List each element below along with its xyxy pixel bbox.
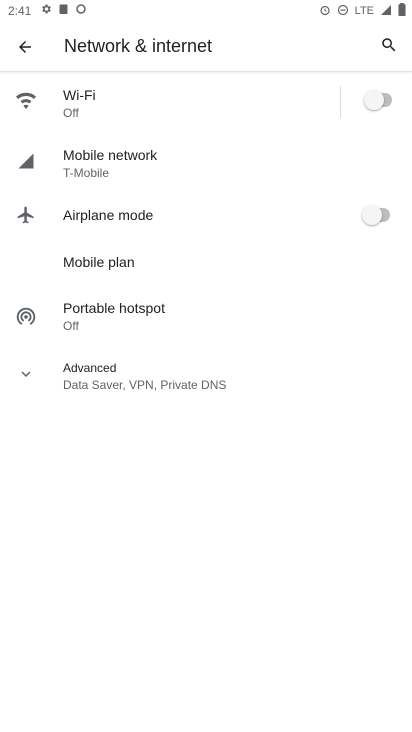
airplane-mode-toggle[interactable] — [362, 205, 390, 225]
page-title: Network & internet — [64, 36, 213, 56]
back-button[interactable] — [12, 34, 38, 60]
mobile-network-summary: T-Mobile — [63, 166, 110, 180]
mobile-plan-row[interactable]: Mobile plan — [0, 244, 412, 278]
wifi-icon — [14, 88, 38, 112]
chevron-down-icon — [14, 362, 38, 386]
search-button[interactable] — [376, 32, 402, 58]
airplane-mode-label: Airplane mode — [63, 207, 154, 223]
hotspot-icon — [14, 304, 38, 328]
mobile-network-label: Mobile network — [63, 147, 158, 163]
arrow-back-icon — [19, 41, 31, 53]
advanced-label: Advanced — [63, 361, 117, 375]
status-bar: 2:41 LTE — [0, 0, 412, 22]
mobile-network-row[interactable]: Mobile network T-Mobile — [0, 140, 412, 188]
wifi-toggle-knob — [364, 90, 384, 110]
clipboard-notification-icon — [58, 3, 69, 18]
advanced-summary: Data Saver, VPN, Private DNS — [63, 378, 227, 392]
settings-notification-icon — [40, 3, 52, 18]
airplane-mode-toggle-knob — [362, 205, 382, 225]
airplane-icon — [14, 203, 38, 227]
battery-icon — [398, 3, 406, 19]
portable-hotspot-row[interactable]: Portable hotspot Off — [0, 292, 412, 340]
do-not-disturb-icon — [337, 4, 349, 19]
wifi-divider — [340, 86, 341, 118]
hotspot-summary: Off — [63, 319, 79, 333]
wifi-label: Wi-Fi — [63, 87, 96, 103]
wifi-toggle[interactable] — [364, 90, 392, 110]
status-time: 2:41 — [8, 4, 32, 18]
alarm-icon — [319, 4, 331, 19]
sync-notification-icon — [75, 3, 87, 18]
airplane-mode-row[interactable]: Airplane mode — [0, 198, 412, 232]
app-bar: Network & internet — [0, 22, 412, 72]
hotspot-label: Portable hotspot — [63, 300, 165, 316]
advanced-row[interactable]: Advanced Data Saver, VPN, Private DNS — [0, 352, 412, 398]
wifi-summary: Off — [63, 106, 79, 120]
wifi-setting-row[interactable]: Wi-Fi Off — [0, 78, 412, 126]
search-icon — [382, 38, 396, 52]
cellular-signal-icon — [14, 149, 38, 173]
network-type: LTE — [354, 5, 374, 17]
mobile-plan-label: Mobile plan — [63, 254, 135, 270]
signal-icon — [380, 4, 392, 19]
